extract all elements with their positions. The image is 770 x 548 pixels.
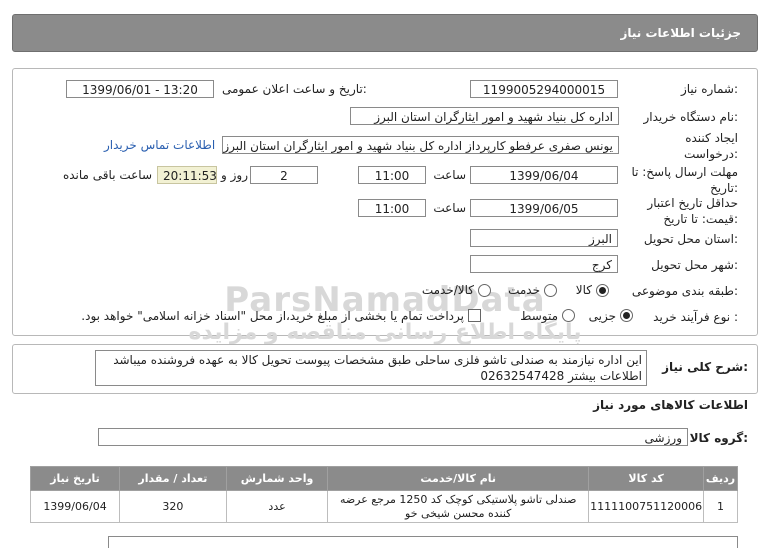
- need-number-label: شماره نیاز:: [680, 82, 738, 96]
- validity-time-field[interactable]: 11:00: [358, 199, 426, 217]
- days-field[interactable]: 2: [250, 166, 318, 184]
- col-unit: واحد شمارش: [225, 466, 329, 491]
- additional-notes-box: [108, 536, 738, 548]
- deadline-time-label: ساعت: [433, 168, 466, 182]
- treasury-checkbox[interactable]: [468, 309, 481, 322]
- cell-name: صندلی تاشو پلاستیکی کوچک کد 1250 مرجع عر…: [327, 490, 590, 523]
- cell-code: 1111100751120006: [588, 490, 705, 523]
- province-label: استان محل تحویل:: [643, 232, 738, 246]
- description-label: شرح کلی نیاز:: [662, 360, 748, 374]
- description-text: این اداره نیازمند به صندلی تاشو فلزی ساح…: [95, 350, 647, 386]
- col-quantity: تعداد / مقدار: [119, 466, 227, 491]
- city-field[interactable]: کرج: [470, 255, 618, 273]
- deadline-time-field[interactable]: 11:00: [358, 166, 426, 184]
- col-name: نام کالا/خدمت: [327, 466, 590, 491]
- validity-date-field[interactable]: 1399/06/05: [470, 199, 618, 217]
- category-both-radio[interactable]: [478, 284, 491, 297]
- process-label: نوع فرآیند خرید :: [653, 310, 738, 324]
- days-label: روز و: [221, 168, 248, 182]
- category-service-radio[interactable]: [544, 284, 557, 297]
- goods-table-header: ردیف کد کالا نام کالا/خدمت واحد شمارش تع…: [29, 466, 738, 491]
- remaining-time-field: 20:11:53: [157, 166, 217, 184]
- city-label: شهر محل تحویل:: [651, 258, 738, 272]
- process-medium-label: متوسط: [520, 309, 558, 323]
- cell-quantity: 320: [119, 490, 227, 523]
- process-medium-radio[interactable]: [562, 309, 575, 322]
- deadline-date-field[interactable]: 1399/06/04: [470, 166, 618, 184]
- col-row: ردیف: [703, 466, 738, 491]
- cell-row: 1: [703, 490, 738, 523]
- table-row: 1 1111100751120006 صندلی تاشو پلاستیکی ک…: [29, 490, 738, 523]
- remaining-label: ساعت باقی مانده: [62, 168, 152, 182]
- goods-table: ردیف کد کالا نام کالا/خدمت واحد شمارش تع…: [29, 466, 738, 523]
- category-goods-label: کالا: [575, 283, 592, 297]
- category-both-label: کالا/خدمت: [421, 283, 474, 297]
- category-service-label: خدمت: [508, 283, 540, 297]
- creator-label: ایجاد کننده درخواست:: [684, 131, 738, 161]
- col-code: کد کالا: [588, 466, 705, 491]
- province-field[interactable]: البرز: [470, 229, 618, 247]
- payment-note: پرداخت تمام یا بخشی از مبلغ خرید،از محل …: [81, 309, 464, 323]
- deadline-label: مهلت ارسال پاسخ: تا تاریخ:: [631, 165, 738, 195]
- category-label: طبقه بندی موضوعی:: [631, 284, 738, 298]
- category-goods-radio[interactable]: [596, 284, 609, 297]
- page-title: جزئیات اطلاعات نیاز: [620, 26, 741, 40]
- goods-group-field[interactable]: ورزشی: [98, 428, 688, 446]
- goods-section-title: اطلاعات کالاهای مورد نیاز: [593, 398, 748, 412]
- process-partial-radio[interactable]: [620, 309, 633, 322]
- validity-label: حداقل تاریخ اعتبار قیمت: تا تاریخ:: [647, 196, 738, 226]
- cell-unit: عدد: [225, 490, 329, 523]
- creator-field[interactable]: یونس صفری عرفطو کارپرداز اداره کل بنیاد …: [222, 136, 619, 154]
- announce-label: تاریخ و ساعت اعلان عمومی:: [222, 82, 367, 96]
- buyer-label: نام دستگاه خریدار:: [643, 110, 739, 124]
- goods-group-label: گروه کالا:: [689, 431, 748, 445]
- validity-time-label: ساعت: [433, 201, 466, 215]
- announce-field[interactable]: 1399/06/01 - 13:20: [66, 80, 214, 98]
- need-number-field[interactable]: 1199005294000015: [470, 80, 618, 98]
- col-date: تاریخ نیاز: [29, 466, 121, 491]
- buyer-contact-link[interactable]: اطلاعات تماس خریدار: [104, 138, 215, 152]
- process-partial-label: جزیی: [588, 309, 616, 323]
- cell-date: 1399/06/04: [29, 490, 121, 523]
- page-header: جزئیات اطلاعات نیاز: [12, 14, 758, 52]
- buyer-field[interactable]: اداره کل بنیاد شهید و امور ایثارگران است…: [350, 107, 619, 125]
